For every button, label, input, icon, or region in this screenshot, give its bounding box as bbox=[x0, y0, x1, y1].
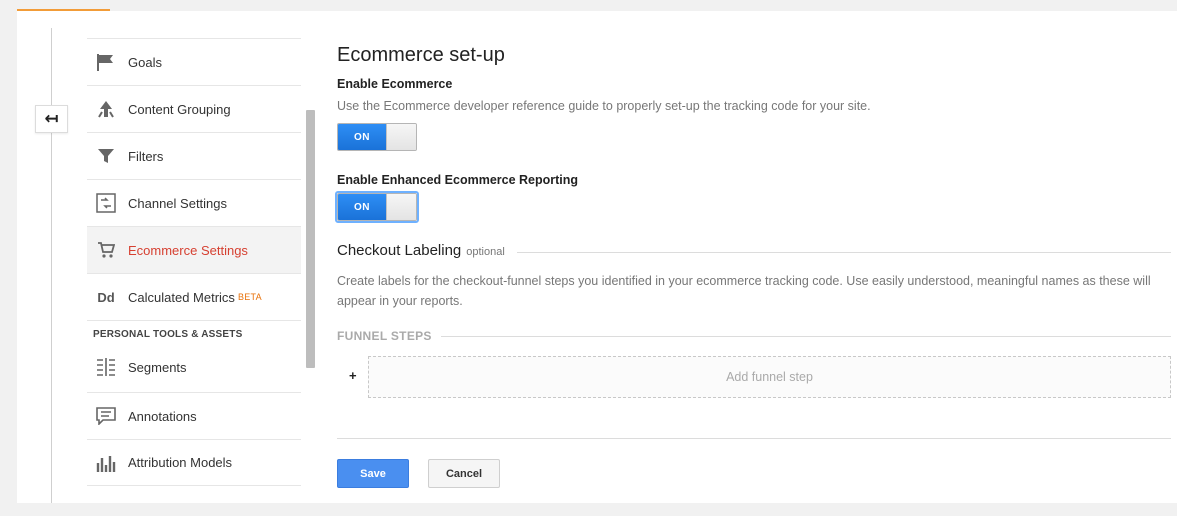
enable-ecommerce-label: Enable Ecommerce bbox=[337, 77, 453, 91]
content-grouping-icon bbox=[95, 98, 117, 120]
nav-item-label: Ecommerce Settings bbox=[128, 242, 248, 258]
save-button[interactable]: Save bbox=[337, 459, 409, 488]
nav-item-filters[interactable]: Filters bbox=[87, 132, 301, 179]
toggle-knob bbox=[386, 194, 416, 220]
cart-icon bbox=[95, 239, 117, 261]
toggle-on-label: ON bbox=[338, 124, 386, 150]
nav-item-goals[interactable]: Goals bbox=[87, 38, 301, 85]
annotations-icon bbox=[95, 405, 117, 427]
calculated-metrics-icon: Dd bbox=[97, 289, 115, 305]
add-step-plus-icon[interactable]: + bbox=[349, 368, 357, 383]
sidebar-scrollbar[interactable] bbox=[306, 110, 315, 368]
checkout-labeling-heading: Checkout Labeling optional bbox=[337, 242, 505, 259]
nav-item-annotations[interactable]: Annotations bbox=[87, 392, 301, 439]
enable-ecommerce-description: Use the Ecommerce developer reference gu… bbox=[337, 99, 871, 113]
page-title: Ecommerce set-up bbox=[337, 44, 505, 66]
filter-icon bbox=[95, 145, 117, 167]
checkout-labeling-description: Create labels for the checkout-funnel st… bbox=[337, 274, 1151, 308]
enhanced-ecommerce-label: Enable Enhanced Ecommerce Reporting bbox=[337, 173, 579, 187]
beta-badge: BETA bbox=[237, 292, 262, 302]
nav-item-content-grouping[interactable]: Content Grouping bbox=[87, 85, 301, 132]
section-header-personal-tools: PERSONAL TOOLS & ASSETS bbox=[87, 320, 301, 348]
add-funnel-step-button[interactable]: Add funnel step bbox=[368, 356, 1171, 398]
collapse-arrow-icon: ↤ bbox=[44, 109, 59, 128]
funnel-steps-header: FUNNEL STEPS bbox=[337, 329, 432, 343]
nav-item-calculated-metrics[interactable]: Dd Calculated Metrics BETA bbox=[87, 273, 301, 320]
optional-tag: optional bbox=[466, 246, 505, 258]
nav-item-label: Annotations bbox=[128, 408, 197, 424]
toggle-knob bbox=[386, 124, 416, 150]
enable-ecommerce-toggle[interactable]: ON bbox=[337, 123, 417, 151]
admin-side-nav: Goals Content Grouping Filters Channel S… bbox=[87, 38, 301, 486]
segments-icon bbox=[95, 356, 117, 378]
section-divider bbox=[517, 252, 1171, 253]
enhanced-ecommerce-toggle[interactable]: ON bbox=[337, 193, 417, 221]
nav-item-label: Calculated Metrics bbox=[128, 289, 235, 305]
toggle-on-label: ON bbox=[338, 194, 386, 220]
cancel-button[interactable]: Cancel bbox=[428, 459, 500, 488]
collapse-nav-button[interactable]: ↤ bbox=[35, 105, 68, 133]
nav-item-label: Attribution Models bbox=[128, 455, 233, 470]
channel-settings-icon bbox=[95, 192, 117, 214]
nav-item-ecommerce-settings[interactable]: Ecommerce Settings bbox=[87, 226, 301, 273]
attribution-models-icon bbox=[95, 452, 117, 474]
checkout-labeling-title: Checkout Labeling bbox=[337, 242, 462, 259]
nav-item-label: Filters bbox=[128, 148, 164, 164]
top-tab-indicator bbox=[17, 0, 110, 11]
nav-item-label: Segments bbox=[128, 359, 187, 375]
nav-item-attribution-models[interactable]: Attribution Models bbox=[87, 439, 301, 486]
flag-icon bbox=[95, 51, 117, 73]
form-footer-divider bbox=[337, 438, 1171, 439]
nav-item-label: Content Grouping bbox=[128, 101, 231, 117]
nav-item-channel-settings[interactable]: Channel Settings bbox=[87, 179, 301, 226]
funnel-divider bbox=[441, 336, 1171, 337]
nav-item-segments[interactable]: Segments bbox=[87, 348, 301, 386]
nav-divider-line bbox=[51, 28, 52, 503]
nav-item-label: Channel Settings bbox=[128, 195, 228, 211]
nav-item-label: Goals bbox=[128, 54, 162, 70]
